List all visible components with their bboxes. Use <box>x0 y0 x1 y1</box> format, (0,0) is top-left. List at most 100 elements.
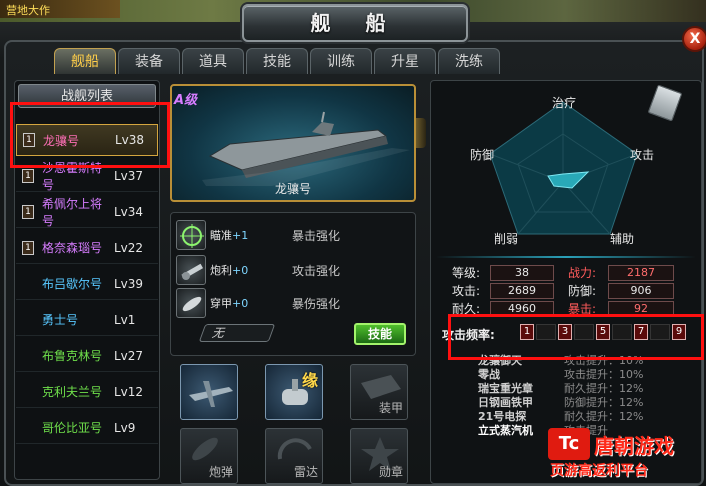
ship-list-item[interactable]: 1 沙恩霍斯特号 Lv37 <box>16 160 158 192</box>
equip-slot-aircraft[interactable] <box>180 364 238 420</box>
level-label: 等级: <box>452 266 481 280</box>
skill-row-cannon[interactable]: 炮利+0 攻击强化 <box>176 255 340 285</box>
skill-row-pierce[interactable]: 穿甲+0 暴伤强化 <box>176 288 340 318</box>
ship-name: 沙恩霍斯特号 <box>42 160 103 192</box>
aircraft-icon <box>189 381 233 407</box>
ship-name: 克利夫兰号 <box>42 385 103 399</box>
ship-level: Lv1 <box>114 312 136 327</box>
skill-name: 穿甲 <box>210 297 232 310</box>
frequency-gap <box>574 324 594 340</box>
skill-slot-field[interactable]: 无 <box>198 324 276 342</box>
attribute-radar <box>489 101 638 235</box>
crosshair-icon <box>176 220 206 250</box>
star-badge: 1 <box>22 204 34 219</box>
radar-label-heal: 治疗 <box>552 96 577 110</box>
stat-row-level: 等级: 38 战力: 2187 <box>452 264 674 281</box>
skill-name: 瞄准 <box>210 229 232 242</box>
ship-name: 布鲁克林号 <box>42 349 103 363</box>
close-button[interactable]: X <box>682 26 706 52</box>
radar-label-support: 辅助 <box>610 232 635 246</box>
ship-list-item[interactable]: 勇士号 Lv1 <box>16 304 158 336</box>
equip-slot-engine[interactable]: 缘 <box>265 364 323 420</box>
ship-name: 龙骧号 <box>43 133 80 148</box>
stat-row-attack: 攻击: 2689 防御: 906 <box>452 282 674 299</box>
window-title: 舰 船 <box>242 4 468 42</box>
shell-icon <box>176 288 206 318</box>
ship-name: 格奈森瑙号 <box>42 241 103 255</box>
tab-items[interactable]: 道具 <box>182 48 244 74</box>
frequency-gap <box>650 324 670 340</box>
fate-tag: 缘 <box>301 371 318 390</box>
skill-level: +0 <box>232 264 249 277</box>
defense-value: 906 <box>608 282 674 299</box>
ship-view-handle[interactable] <box>416 118 426 148</box>
star-badge: 1 <box>22 240 34 255</box>
divider-line <box>436 256 696 258</box>
star-badge: 1 <box>23 133 35 147</box>
equip-slot-shell[interactable]: 炮弹 <box>180 428 238 484</box>
ship-level: Lv12 <box>114 384 144 399</box>
ship-list-item[interactable]: 1 格奈森瑙号 Lv22 <box>16 232 158 264</box>
ship-list-item[interactable]: 1 希佩尔上将号 Lv34 <box>16 196 158 228</box>
star-badge: 1 <box>22 168 34 183</box>
frequency-marker: 1 <box>520 324 534 340</box>
skill-level: +0 <box>232 297 249 310</box>
frequency-marker: 5 <box>596 324 610 340</box>
skill-effect: 暴击强化 <box>292 228 341 243</box>
equip-slot-medal[interactable]: 勋章 <box>350 428 408 484</box>
frequency-gap <box>536 324 556 340</box>
ship-level: Lv9 <box>114 420 136 435</box>
frequency-marker: 7 <box>634 324 648 340</box>
skill-level: +1 <box>232 229 249 242</box>
tab-training[interactable]: 训练 <box>310 48 372 74</box>
tab-ship[interactable]: 舰船 <box>54 48 116 74</box>
ship-grade: A级 <box>174 93 198 108</box>
ship-level: Lv22 <box>114 240 144 255</box>
slot-label: 炮弹 <box>208 465 233 479</box>
slot-label: 勋章 <box>378 465 403 479</box>
top-left-label: 营地大作 <box>0 0 120 18</box>
ship-level: Lv38 <box>115 133 145 147</box>
skill-name: 炮利 <box>210 264 232 277</box>
attack-frequency-label: 攻击频率: <box>442 328 495 342</box>
skill-effect: 攻击强化 <box>292 263 341 278</box>
tab-skills[interactable]: 技能 <box>246 48 308 74</box>
ship-name: 希佩尔上将号 <box>42 196 103 228</box>
equip-slot-armor[interactable]: 装甲 <box>350 364 408 420</box>
ship-name: 哥伦比亚号 <box>42 421 103 435</box>
ship-name: 勇士号 <box>42 313 79 327</box>
crit-label: 暴击: <box>568 302 597 316</box>
durability-value: 4960 <box>490 300 554 317</box>
radar-label-defense: 防御 <box>470 148 495 162</box>
watermark-brand: 唐朝游戏 <box>594 434 674 458</box>
equip-slot-radar[interactable]: 雷达 <box>265 428 323 484</box>
slot-label: 装甲 <box>378 401 403 415</box>
slot-label: 雷达 <box>293 465 318 479</box>
frequency-gap <box>612 324 632 340</box>
power-value: 2187 <box>608 264 674 281</box>
skill-row-aim[interactable]: 瞄准+1 暴击强化 <box>176 220 340 250</box>
frequency-marker: 3 <box>558 324 572 340</box>
ship-list-item[interactable]: 布鲁克林号 Lv27 <box>16 340 158 372</box>
ship-level: Lv39 <box>114 276 144 291</box>
skill-effect: 暴伤强化 <box>292 296 341 311</box>
tab-equipment[interactable]: 装备 <box>118 48 180 74</box>
ship-list-item[interactable]: 布吕歇尔号 Lv39 <box>16 268 158 300</box>
defense-label: 防御: <box>568 284 597 298</box>
ship-list-item[interactable]: 克利夫兰号 Lv12 <box>16 376 158 408</box>
level-value: 38 <box>490 264 554 281</box>
ship-preview-name: 龙骧号 <box>274 182 311 196</box>
tab-star-up[interactable]: 升星 <box>374 48 436 74</box>
attack-label: 攻击: <box>452 284 481 298</box>
skill-button[interactable]: 技能 <box>354 323 406 345</box>
ship-level: Lv34 <box>114 204 144 219</box>
power-label: 战力: <box>568 266 597 280</box>
ship-list-item[interactable]: 哥伦比亚号 Lv9 <box>16 412 158 444</box>
tab-refine[interactable]: 洗练 <box>438 48 500 74</box>
ship-list-item[interactable]: 1 龙骧号 Lv38 <box>16 124 158 156</box>
ship-level: Lv27 <box>114 348 144 363</box>
durability-label: 耐久: <box>452 302 481 316</box>
attack-value: 2689 <box>490 282 554 299</box>
stat-row-durability: 耐久: 4960 暴击: 92 <box>452 300 674 317</box>
ship-name: 布吕歇尔号 <box>42 277 103 291</box>
